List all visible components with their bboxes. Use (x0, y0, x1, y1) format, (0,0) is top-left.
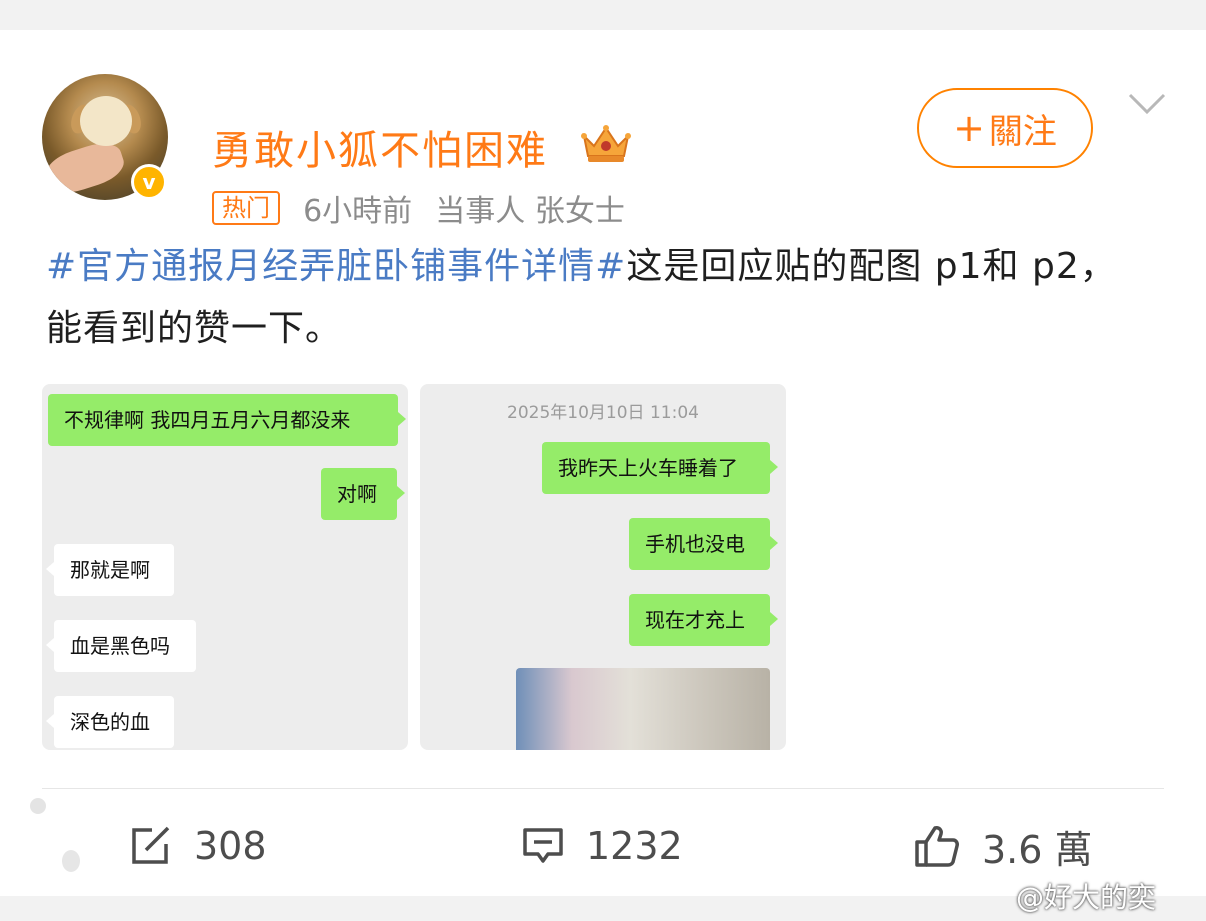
chat-bubble: 我昨天上火车睡着了 (542, 442, 778, 494)
post-image-1[interactable]: 不规律啊 我四月五月六月都没来 对啊 那就是啊 血是黑色吗 深色的血 (42, 384, 408, 750)
follow-button[interactable]: + 關注 (917, 88, 1093, 168)
comment-button[interactable]: 1232 (522, 820, 683, 872)
repost-button[interactable]: 308 (130, 820, 267, 872)
username[interactable]: 勇敢小狐不怕困难 (212, 118, 548, 176)
post-image-2[interactable]: 2025年10月10日 11:04 我昨天上火车睡着了 手机也没电 现在才充上 (420, 384, 786, 750)
post-text: #官方通报月经弄脏卧铺事件详情#这是回应贴的配图 p1和 p2，能看到的赞一下。 (46, 236, 1146, 360)
chat-bubble: 现在才充上 (629, 594, 778, 646)
repost-count: 308 (194, 824, 267, 868)
plus-icon: + (953, 106, 985, 150)
chat-bubble: 对啊 (321, 468, 405, 520)
crown-icon (581, 125, 631, 162)
follow-label: 關注 (988, 111, 1057, 152)
chat-bubble: 血是黑色吗 (46, 620, 196, 672)
divider (42, 788, 1164, 789)
chat-timestamp: 2025年10月10日 11:04 (507, 403, 699, 423)
post-time: 6小時前 (303, 194, 413, 229)
repost-icon (132, 826, 170, 864)
chat-bubble: 深色的血 (46, 696, 174, 748)
post-card: v 勇敢小狐不怕困难 热门 6小時前 当事人 张女士 + 關注 #官方通报月经弄… (0, 30, 1206, 896)
chat-bubble: 不规律啊 我四月五月六月都没来 (48, 394, 406, 446)
like-button[interactable]: 3.6 萬 (914, 820, 1093, 872)
thumbs-up-icon (915, 826, 959, 867)
chat-bubble: 手机也没电 (629, 518, 778, 570)
watermark: @好大的奕 (1016, 881, 1157, 914)
post-meta: 热门 6小時前 当事人 张女士 (212, 186, 625, 229)
chat-photo (516, 668, 770, 750)
hot-tag: 热门 (212, 191, 280, 225)
verified-badge-icon: v (131, 164, 167, 200)
like-count: 3.6 萬 (982, 827, 1093, 872)
comment-icon (523, 828, 563, 863)
chat-bubble: 那就是啊 (46, 544, 174, 596)
hashtag-link[interactable]: #官方通报月经弄脏卧铺事件详情# (46, 246, 626, 287)
post-source: 当事人 张女士 (435, 194, 625, 229)
comment-count: 1232 (586, 824, 683, 868)
chevron-down-icon[interactable] (1128, 92, 1166, 116)
